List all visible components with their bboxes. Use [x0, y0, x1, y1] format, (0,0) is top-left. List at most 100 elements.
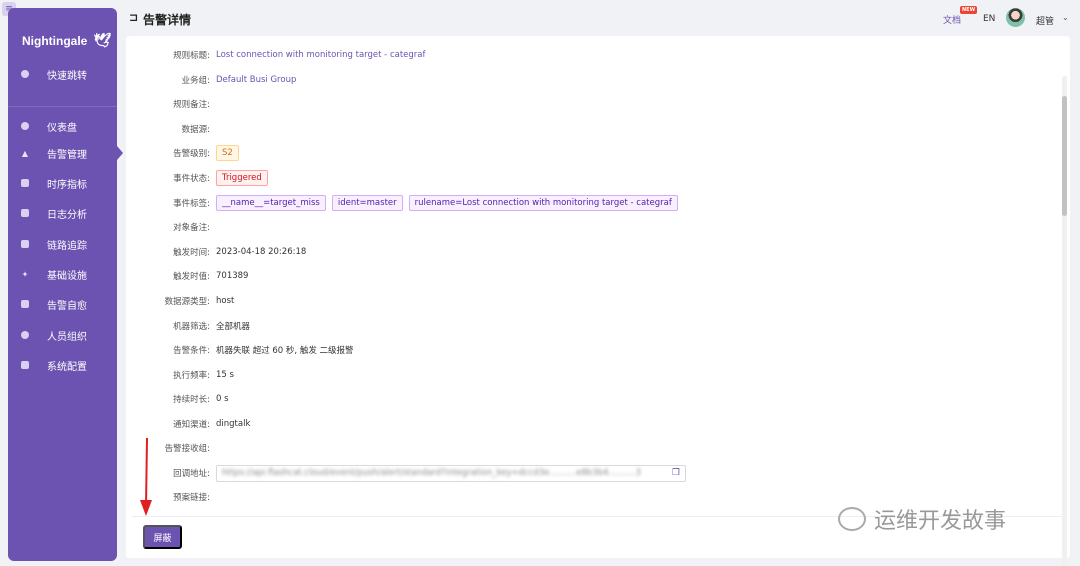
notify-channel-value: dingtalk: [216, 419, 251, 429]
scrollbar-thumb[interactable]: [1062, 96, 1067, 216]
trigger-time-value: 2023-04-18 20:26:18: [216, 247, 307, 257]
sidebar-item-label: 日志分析: [47, 209, 87, 221]
exec-frequency-value: 15 s: [216, 370, 234, 380]
detail-row-machine-filter: 机器筛选: 全部机器: [126, 316, 1070, 336]
field-label: 规则备注:: [173, 100, 210, 110]
settings-grid-icon: [20, 360, 30, 370]
annotation-arrow-icon: [140, 438, 152, 516]
scrollbar[interactable]: [1062, 76, 1067, 566]
back-icon[interactable]: ⊐: [129, 11, 138, 24]
sidebar-item-infrastructure[interactable]: ✦ 基础设施: [8, 263, 117, 285]
field-label: 触发时值:: [173, 272, 210, 282]
sidebar-item-label: 链路追踪: [47, 240, 87, 252]
detail-row-rule-note: 规则备注:: [126, 94, 1070, 114]
alert-detail-panel: 规则标题: Lost connection with monitoring ta…: [126, 36, 1070, 566]
sidebar-item-label: 时序指标: [47, 179, 87, 191]
sidebar-item-label: 告警自愈: [47, 300, 87, 312]
sidebar-item-dashboard[interactable]: 仪表盘: [8, 115, 117, 137]
new-badge: NEW: [960, 6, 978, 14]
page-title: 告警详情: [143, 13, 192, 27]
sidebar-divider: [8, 106, 117, 107]
field-label: 持续时长:: [173, 395, 210, 405]
sidebar: Nightingale 🕊 快速跳转 仪表盘 ▲ 告警管理 时序指标 日志分析 …: [8, 8, 123, 561]
sidebar-item-quick-jump[interactable]: 快速跳转: [8, 63, 117, 85]
self-heal-icon: [20, 299, 30, 309]
mask-button[interactable]: 屏蔽: [143, 525, 182, 549]
sidebar-item-label: 告警管理: [47, 149, 87, 161]
severity-tag: S2: [216, 145, 239, 161]
user-icon: [20, 330, 30, 340]
search-icon: [20, 69, 30, 79]
header: ⊐ 告警详情 文档 NEW EN 超管 ⌄: [117, 0, 1080, 36]
language-switch[interactable]: EN: [983, 14, 995, 24]
wechat-icon: [838, 507, 866, 531]
field-label: 规则标题:: [173, 51, 210, 61]
sidebar-item-tracing[interactable]: 链路追踪: [8, 233, 117, 255]
doc-link[interactable]: 文档: [943, 13, 961, 26]
field-label: 数据源类型:: [164, 297, 210, 307]
infrastructure-icon: ✦: [21, 269, 29, 279]
event-tag[interactable]: __name__=target_miss: [216, 195, 326, 211]
sidebar-item-label: 人员组织: [47, 331, 87, 343]
log-icon: [20, 208, 30, 218]
sidebar-item-log-analysis[interactable]: 日志分析: [8, 202, 117, 224]
sidebar-item-label: 快速跳转: [47, 70, 87, 82]
field-label: 对象备注:: [173, 223, 210, 233]
event-tag[interactable]: ident=master: [331, 195, 403, 211]
detail-row-callback-url: 回调地址: https://api.flashcat.cloud/event/p…: [126, 463, 1070, 483]
business-group-link[interactable]: Default Busi Group: [216, 75, 296, 85]
status-badge: Triggered: [216, 170, 268, 186]
field-label: 数据源:: [181, 125, 210, 135]
field-label: 告警条件:: [173, 346, 210, 356]
detail-row-duration: 持续时长: 0 s: [126, 389, 1070, 409]
detail-row-target-note: 对象备注:: [126, 217, 1070, 237]
detail-row-receiver-group: 告警接收组:: [126, 438, 1070, 458]
alert-condition-value: 机器失联 超过 60 秒, 触发 二级报警: [216, 346, 354, 356]
field-label: 事件标签:: [173, 199, 210, 209]
field-label: 业务组:: [181, 76, 210, 86]
sidebar-item-label: 系统配置: [47, 361, 87, 373]
detail-row-event-status: 事件状态: Triggered: [126, 168, 1070, 188]
rule-title-link[interactable]: Lost connection with monitoring target -…: [216, 50, 425, 60]
active-indicator: [117, 146, 123, 160]
field-label: 通知渠道:: [173, 420, 210, 430]
callback-url-field[interactable]: https://api.flashcat.cloud/event/push/al…: [216, 464, 686, 482]
event-tag[interactable]: rulename=Lost connection with monitoring…: [408, 195, 678, 211]
datasource-type-value: host: [216, 296, 235, 306]
detail-row-trigger-time: 触发时间: 2023-04-18 20:26:18: [126, 242, 1070, 262]
copy-icon[interactable]: ❐: [672, 468, 680, 478]
detail-row-trigger-value: 触发时值: 701389: [126, 266, 1070, 286]
sidebar-item-label: 仪表盘: [47, 122, 77, 134]
detail-row-notify-channel: 通知渠道: dingtalk: [126, 414, 1070, 434]
brand-name: Nightingale: [22, 33, 88, 48]
detail-row-business-group: 业务组: Default Busi Group: [126, 70, 1070, 90]
username[interactable]: 超管: [1036, 14, 1054, 27]
watermark: 运维开发故事: [838, 503, 1006, 535]
sidebar-item-alarm-management[interactable]: ▲ 告警管理: [8, 142, 123, 164]
chart-icon: [20, 178, 30, 188]
field-label: 机器筛选:: [173, 322, 210, 332]
trace-icon: [20, 239, 30, 249]
avatar[interactable]: [1006, 8, 1025, 27]
sidebar-item-time-series[interactable]: 时序指标: [8, 172, 117, 194]
brand-logo[interactable]: Nightingale 🕊: [22, 32, 111, 49]
trigger-value: 701389: [216, 271, 249, 281]
dashboard-icon: [20, 121, 30, 131]
watermark-text: 运维开发故事: [874, 509, 1007, 534]
detail-row-event-tags: 事件标签: __name__=target_miss ident=master …: [126, 193, 1070, 213]
detail-row-datasource: 数据源:: [126, 119, 1070, 139]
sidebar-item-self-heal[interactable]: 告警自愈: [8, 293, 117, 315]
field-label: 触发时间:: [173, 248, 210, 258]
field-label: 执行频率:: [173, 371, 210, 381]
sidebar-item-people[interactable]: 人员组织: [8, 324, 117, 346]
field-label: 告警级别:: [173, 149, 210, 159]
detail-row-rule-title: 规则标题: Lost connection with monitoring ta…: [126, 45, 1070, 65]
detail-row-datasource-type: 数据源类型: host: [126, 291, 1070, 311]
sidebar-item-label: 基础设施: [47, 270, 87, 282]
sidebar-item-system-config[interactable]: 系统配置: [8, 354, 117, 376]
duration-value: 0 s: [216, 394, 229, 404]
chevron-down-icon[interactable]: ⌄: [1062, 13, 1069, 22]
field-label: 事件状态:: [173, 174, 210, 184]
detail-row-severity: 告警级别: S2: [126, 143, 1070, 163]
callback-url-text: https://api.flashcat.cloud/event/push/al…: [222, 468, 641, 478]
